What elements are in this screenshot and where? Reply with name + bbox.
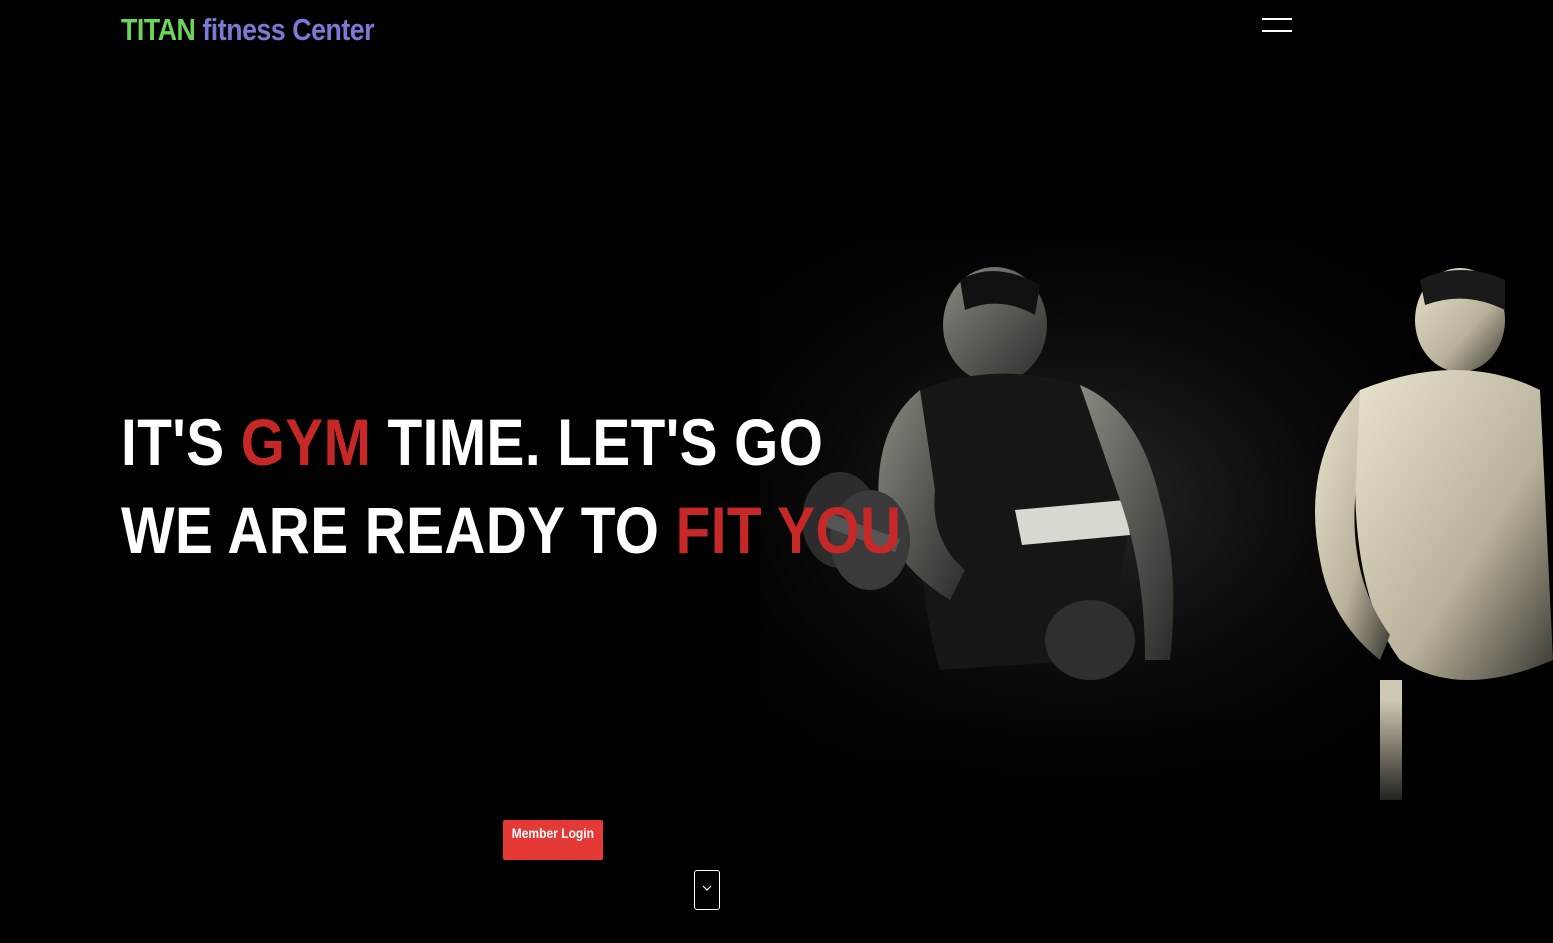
member-login-label: Member Login [511,825,595,841]
chevron-down-icon [702,885,712,891]
headline-line-2: WE ARE READY TO FIT YOU [121,486,901,574]
brand-word-center: Center [292,12,375,47]
brand-word-fitness: fitness [202,12,286,47]
menu-bar-top [1262,18,1292,20]
headline-line-2-part-1: WE ARE READY TO [121,493,676,567]
hamburger-menu-icon[interactable] [1260,14,1294,38]
brand-word-titan: TITAN [121,12,196,47]
headline-line-1-part-2: TIME. LET'S GO [371,405,824,479]
headline-line-1: IT'S GYM TIME. LET'S GO [121,398,901,486]
headline-accent-gym: GYM [240,405,372,479]
headline-accent-fit-you: FIT YOU [675,493,902,567]
headline-line-1-part-1: IT'S [121,405,241,479]
scroll-down-button[interactable] [694,870,720,910]
menu-bar-bottom [1262,30,1292,32]
page: TITAN fitness Center IT'S GYM TIME. LET'… [0,0,1553,943]
member-login-button[interactable]: Member Login [503,820,603,860]
brand-logo[interactable]: TITAN fitness Center [121,12,375,48]
hero-headline: IT'S GYM TIME. LET'S GO WE ARE READY TO … [121,398,901,574]
